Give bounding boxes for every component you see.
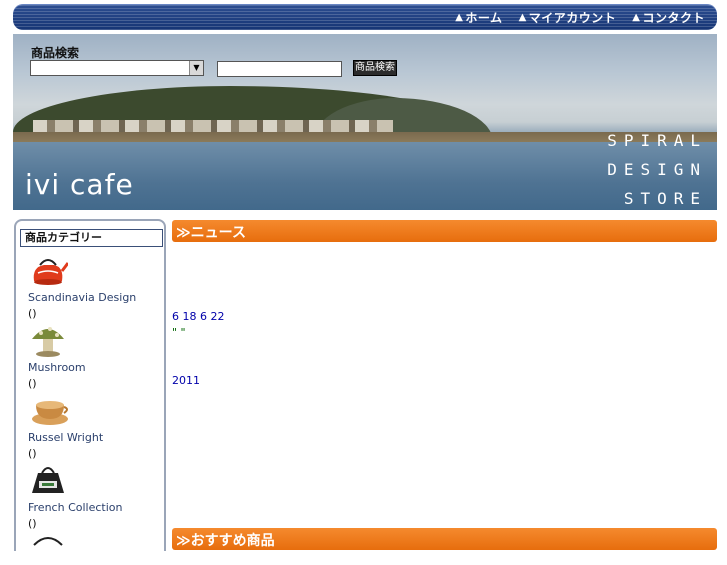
news-content: 6 18 6 22 " " 2011 (172, 261, 712, 389)
news-section-header: ≫ニュース (172, 220, 717, 242)
brand-line: SPIRAL (607, 131, 707, 150)
cup-and-saucer-icon (32, 401, 68, 425)
nav-my-account-label: マイアカウント (528, 11, 617, 25)
top-navigation-bar: ▲ ホーム ▲ マイアカウント ▲ コンタクト (13, 4, 717, 30)
category-select[interactable]: ▼ (30, 60, 204, 76)
brand-line: STORE (623, 189, 707, 208)
news-quote-line: " " (172, 326, 186, 339)
news-section-title: ≫ニュース (176, 225, 246, 241)
category-item-next[interactable] (28, 531, 68, 565)
triangle-icon: ▲ (518, 12, 527, 23)
category-sub: () (28, 307, 37, 320)
category-item-mushroom[interactable]: Mushroom () (28, 323, 86, 390)
chevron-down-icon[interactable]: ▼ (189, 61, 203, 75)
nav-my-account-link[interactable]: ▲ マイアカウント (519, 9, 617, 26)
category-item-scandinavia-design[interactable]: Scandinavia Design () (28, 253, 136, 320)
category-sub: () (28, 447, 37, 460)
brand-line: DESIGN (607, 160, 707, 179)
site-logo[interactable]: ivi cafe (25, 168, 134, 201)
news-paragraph (172, 277, 712, 293)
news-year: 2011 (172, 374, 200, 387)
bag-icon (32, 467, 64, 493)
category-item-french-collection[interactable]: French Collection () (28, 463, 122, 530)
category-sidebar: 商品カテゴリー Scandinavia Design () Mushroom (… (14, 219, 166, 551)
category-item-russel-wright[interactable]: Russel Wright () (28, 393, 103, 460)
category-name[interactable]: French Collection (28, 501, 122, 514)
search-button[interactable]: 商品検索 (353, 60, 397, 76)
category-sub: () (28, 517, 37, 530)
kettle-icon (33, 259, 68, 285)
search-input[interactable] (217, 61, 342, 77)
top-nav-links: ▲ ホーム ▲ マイアカウント ▲ コンタクト (455, 9, 705, 26)
category-name[interactable]: Scandinavia Design (28, 291, 136, 304)
product-thumbnail-icon (33, 537, 63, 546)
nav-home-link[interactable]: ▲ ホーム (455, 9, 502, 26)
news-paragraph (172, 261, 712, 277)
news-paragraph (172, 341, 712, 357)
banner-town (33, 120, 393, 132)
header-banner: 商品検索 ▼ 商品検索 ivi cafe SPIRAL DESIGN STORE (13, 34, 717, 210)
mushroom-icon (32, 327, 64, 357)
news-date-line: 6 18 6 22 (172, 310, 225, 323)
search-label: 商品検索 (31, 46, 80, 60)
nav-contact-label: コンタクト (642, 11, 705, 25)
news-link-line: 2011 (172, 373, 712, 389)
category-name[interactable]: Mushroom (28, 361, 86, 374)
category-sidebar-title: 商品カテゴリー (20, 229, 163, 247)
nav-contact-link[interactable]: ▲ コンタクト (632, 9, 705, 26)
category-sub: () (28, 377, 37, 390)
triangle-icon: ▲ (632, 12, 641, 23)
recommended-section-title: ≫おすすめ商品 (176, 533, 275, 549)
recommended-section-header: ≫おすすめ商品 (172, 528, 717, 550)
category-name[interactable]: Russel Wright (28, 431, 103, 444)
triangle-icon: ▲ (455, 12, 464, 23)
brand-text: SPIRAL DESIGN STORE (607, 126, 707, 210)
nav-home-label: ホーム (465, 11, 503, 25)
